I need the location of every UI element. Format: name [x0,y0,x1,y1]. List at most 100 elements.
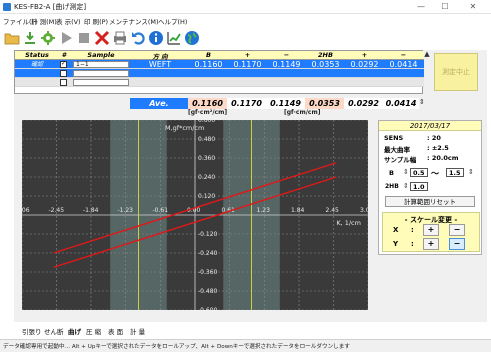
menu-help[interactable]: ヘルプ(H) [158,16,187,26]
2hb-input[interactable]: 1.0 [410,182,428,191]
scale-x-label: X [393,226,399,234]
2hb-range-label: 2HB [385,183,399,190]
b-to-spinner-icon[interactable]: ⇕ [468,168,474,176]
row-status: 確認 [30,61,43,68]
x-axis-label: K, 1/cm [336,219,361,227]
y-tick-label: 0.240 [198,174,215,181]
scale-y-minus-button[interactable]: − [449,238,465,250]
menu-measure[interactable]: 計 測(M) [31,16,57,26]
y-tick-label: -0.120 [198,231,218,238]
undo-icon[interactable] [130,30,146,46]
col-status[interactable]: Status [17,51,57,59]
open-folder-icon[interactable] [4,30,20,46]
menu-print[interactable]: 印 刷(P) [84,16,108,26]
print-icon[interactable] [112,30,128,46]
average-2hb: 0.0353 [305,98,344,109]
sample-width-label: サンプル幅 [384,156,417,164]
average-b: 0.1160 [188,98,227,109]
max-curvature-label: 最大曲率 [384,146,410,154]
x-tick-label: 2.45 [326,207,340,214]
bending-chart[interactable]: -3.06-2.45-1.84-1.23-0.610.000.611.231.8… [22,120,368,310]
x-tick-label: -3.06 [22,207,30,214]
b-to-input[interactable]: 1.5 [446,168,464,177]
row-sample[interactable] [73,70,129,77]
b-from-input[interactable]: 0.5 [410,168,428,177]
grid-header: Status # Sample 方 向 B + − 2HB + − [15,51,424,61]
sample-width-value: : 20.0cm [427,154,459,162]
b-from-spinner-icon[interactable]: ⇕ [403,168,409,176]
table-row[interactable] [15,78,424,87]
tab-bending[interactable]: 曲げ [68,326,81,336]
row-direction: WEFT [148,60,172,69]
measurement-date: 2017/03/17 [379,121,481,131]
average-2hb-minus: 0.0414 [383,98,419,109]
row-b-minus: 0.1149 [272,60,301,69]
gear-icon[interactable] [40,30,56,46]
tab-weight[interactable]: 計 量 [130,326,145,336]
tab-shear[interactable]: せん断 [44,326,64,336]
title-bar: KES-FB2-A [曲げ測定] — ☐ ✕ [0,0,491,14]
globe-icon[interactable] [184,30,200,46]
maximize-button[interactable]: ☐ [434,1,456,13]
average-b-plus: 0.1170 [227,98,266,109]
chart-export-icon[interactable] [166,30,182,46]
row-sample[interactable]: 1−1 [73,61,129,68]
menu-view[interactable]: 表 示(V) [56,16,81,26]
close-button[interactable]: ✕ [462,1,484,13]
data-grid[interactable]: Status # Sample 方 向 B + − 2HB + − 確認 1−1… [14,50,424,94]
scale-change-box: - スケール変更 - X : + − Y : + − [382,212,480,252]
scale-y-colon: : [411,240,414,248]
table-row[interactable]: 確認 1−1 WEFT 0.1160 0.1170 0.1149 0.0353 … [15,60,424,69]
y-tick-label: 0.480 [198,136,215,143]
scale-x-minus-button[interactable]: − [449,224,465,236]
row-sample[interactable] [73,79,129,86]
y-tick-label: 0.120 [198,193,215,200]
x-tick-label: -1.23 [117,207,133,214]
range-separator: 〜 [431,169,439,178]
col-2hb-minus[interactable]: − [384,51,423,59]
menu-maintenance[interactable]: メンテナンス(M) [109,16,159,26]
max-curvature-value: : ±2.5 [427,144,449,152]
2hb-spinner-icon[interactable]: ⇕ [403,182,409,190]
download-icon[interactable] [22,30,38,46]
menu-bar: ファイル(F) 計 測(M) 表 示(V) 印 刷(P) メンテナンス(M) ヘ… [0,14,491,26]
col-b[interactable]: B [189,51,228,59]
row-checkbox[interactable] [60,60,67,68]
table-row[interactable] [15,69,424,78]
tab-surface[interactable]: 表 面 [108,326,123,336]
grid-scroll-up[interactable]: ▲ [423,50,431,58]
row-2hb-plus: 0.0292 [350,60,379,69]
row-checkbox[interactable] [60,79,67,86]
y-tick-label: -0.480 [198,288,218,295]
play-icon[interactable] [58,30,74,46]
stop-icon[interactable] [76,30,92,46]
y-tick-label: -0.600 [198,307,218,310]
col-2hb-plus[interactable]: + [345,51,384,59]
col-b-plus[interactable]: + [228,51,267,59]
stop-measurement-button[interactable]: 測定中止 [434,53,478,91]
window-title: KES-FB2-A [曲げ測定] [14,3,87,11]
reset-range-button[interactable]: 計算範囲リセット [385,196,475,207]
app-icon [3,3,11,11]
row-checkbox[interactable] [60,70,67,77]
tab-tensile[interactable]: 引張り [22,326,42,336]
scale-y-plus-button[interactable]: + [423,238,439,250]
minimize-button[interactable]: — [410,1,432,13]
unit-b: [gf·cm²/cm] [188,109,228,116]
col-number[interactable]: # [57,51,71,59]
info-icon[interactable] [148,30,164,46]
col-sample[interactable]: Sample [71,51,131,59]
y-tick-label: 0.360 [198,155,215,162]
col-2hb[interactable]: 2HB [306,51,345,59]
row-2hb: 0.0353 [311,60,340,69]
status-text: データ確認専用で起動中… Alt + Upキーで選択されたデータをロールアップ、… [3,344,350,350]
x-tick-label: -1.84 [83,207,99,214]
scale-x-plus-button[interactable]: + [423,224,439,236]
sens-label: SENS [384,134,404,142]
unit-2hb: [gf·cm/cm] [284,109,321,116]
x-tick-label: -2.45 [48,207,64,214]
col-b-minus[interactable]: − [267,51,306,59]
tab-compression[interactable]: 圧 縮 [86,326,101,336]
average-spinner[interactable]: ⇕ [419,98,425,106]
delete-icon[interactable] [94,30,110,46]
